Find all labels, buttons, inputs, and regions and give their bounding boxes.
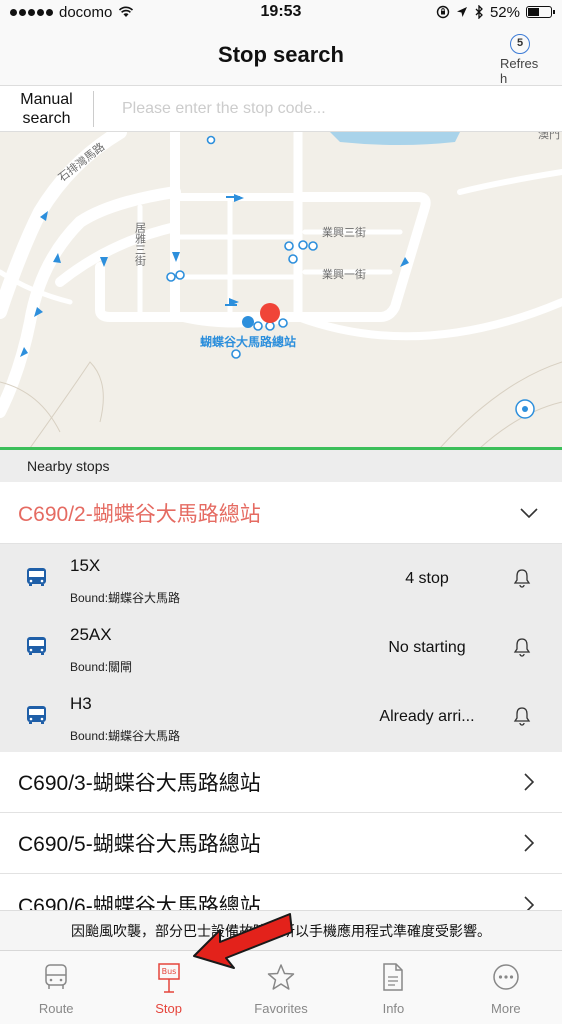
star-icon xyxy=(267,964,295,990)
map-street-label: 業興一街 xyxy=(322,267,366,281)
route-row-25ax[interactable]: 25AX Bound:關閘 No starting xyxy=(0,613,562,682)
lock-rotation-icon xyxy=(436,5,450,19)
route-number: H3 xyxy=(70,694,92,713)
tab-bar: Route Bus Stop Favorites Info More xyxy=(0,950,562,1024)
route-bound: Bound:蝴蝶谷大馬路 xyxy=(70,729,181,743)
bluetooth-icon xyxy=(475,5,483,19)
tab-info[interactable]: Info xyxy=(337,951,449,1024)
location-arrow-icon xyxy=(456,7,467,17)
battery-fill xyxy=(528,8,539,16)
bell-icon[interactable] xyxy=(513,568,531,588)
bus-icon xyxy=(27,637,46,655)
chevron-right-icon xyxy=(514,767,544,797)
route-list: 15X Bound:蝴蝶谷大馬路 4 stop 25AX Bound:關閘 No… xyxy=(0,544,562,752)
battery-icon xyxy=(526,6,555,18)
map-street-label: 居雅三街 xyxy=(134,222,147,267)
page-title: Stop search xyxy=(218,42,344,67)
status-left: docomo xyxy=(10,4,134,21)
stop-title: C690/2-蝴蝶谷大馬路總站 xyxy=(18,502,261,526)
bus-icon xyxy=(27,568,46,586)
search-row: Manual search xyxy=(0,86,562,132)
tab-label: Info xyxy=(382,1001,405,1016)
refresh-button[interactable]: 5 Refresh xyxy=(494,34,546,86)
ellipsis-circle-icon xyxy=(493,964,519,990)
document-icon xyxy=(383,963,404,991)
manual-search-button[interactable]: Manual search xyxy=(0,90,94,127)
stop-group-c690-2[interactable]: C690/2-蝴蝶谷大馬路總站 xyxy=(0,482,562,544)
stop-group-c690-5[interactable]: C690/5-蝴蝶谷大馬路總站 xyxy=(0,813,562,874)
route-bound: Bound:蝴蝶谷大馬路 xyxy=(70,591,181,605)
route-row-15x[interactable]: 15X Bound:蝴蝶谷大馬路 4 stop xyxy=(0,544,562,613)
notice-banner: 因颱風吹襲，部分巴士設備故障，所以手機應用程式準確度受影響。 xyxy=(0,910,562,950)
refresh-icon: 5 xyxy=(510,34,530,54)
chevron-down-icon xyxy=(514,498,544,528)
nav-bar: Stop search 5 Refresh xyxy=(0,24,562,86)
bus-icon xyxy=(45,964,67,989)
route-status: Already arri... xyxy=(379,708,475,725)
route-number: 25AX xyxy=(70,625,112,644)
battery-percent: 52% xyxy=(489,3,520,21)
stop-code-input[interactable] xyxy=(94,90,562,127)
tab-stop[interactable]: Bus Stop xyxy=(112,951,224,1024)
map-street-label: 業興三街 xyxy=(322,225,366,239)
map-edge-label: 澳門 xyxy=(538,132,560,141)
nearby-header: Nearby stops xyxy=(0,450,562,482)
tab-route[interactable]: Route xyxy=(0,951,112,1024)
stop-group-c690-3[interactable]: C690/3-蝴蝶谷大馬路總站 xyxy=(0,752,562,813)
status-right: 52% xyxy=(436,3,555,21)
status-bar: docomo 19:53 52% xyxy=(0,0,562,24)
stop-title: C690/5-蝴蝶谷大馬路總站 xyxy=(18,833,261,856)
bus-icon xyxy=(27,706,46,724)
tab-favorites[interactable]: Favorites xyxy=(225,951,337,1024)
stop-title: C690/3-蝴蝶谷大馬路總站 xyxy=(18,772,261,795)
tab-label: More xyxy=(491,1001,521,1016)
tab-label: Favorites xyxy=(254,1001,308,1016)
bus-stop-sign-icon: Bus xyxy=(157,963,180,993)
tab-more[interactable]: More xyxy=(450,951,562,1024)
route-number: 15X xyxy=(70,556,101,575)
refresh-label: Refresh xyxy=(500,56,539,86)
route-bound: Bound:關閘 xyxy=(70,660,133,674)
map-view[interactable]: 石排灣馬路 居雅三街 業興三街 業興一街 澳門 蝴蝶谷大馬路總站 xyxy=(0,132,562,448)
route-status: 4 stop xyxy=(405,570,449,587)
bus-stop-badge: Bus xyxy=(161,967,176,976)
tab-label: Stop xyxy=(155,1001,182,1016)
chevron-right-icon xyxy=(514,828,544,858)
wifi-icon xyxy=(119,6,134,17)
route-status: No starting xyxy=(388,639,466,656)
route-row-h3[interactable]: H3 Bound:蝴蝶谷大馬路 Already arri... xyxy=(0,682,562,751)
bell-icon[interactable] xyxy=(513,706,531,726)
tab-label: Route xyxy=(38,1001,74,1016)
carrier-label: docomo xyxy=(59,3,113,21)
bell-icon[interactable] xyxy=(513,637,531,657)
map-station-label: 蝴蝶谷大馬路總站 xyxy=(200,334,296,349)
map-canvas[interactable]: 石排灣馬路 居雅三街 業興三街 業興一街 澳門 蝴蝶谷大馬路總站 xyxy=(0,132,562,448)
signal-dots-icon xyxy=(10,8,53,16)
